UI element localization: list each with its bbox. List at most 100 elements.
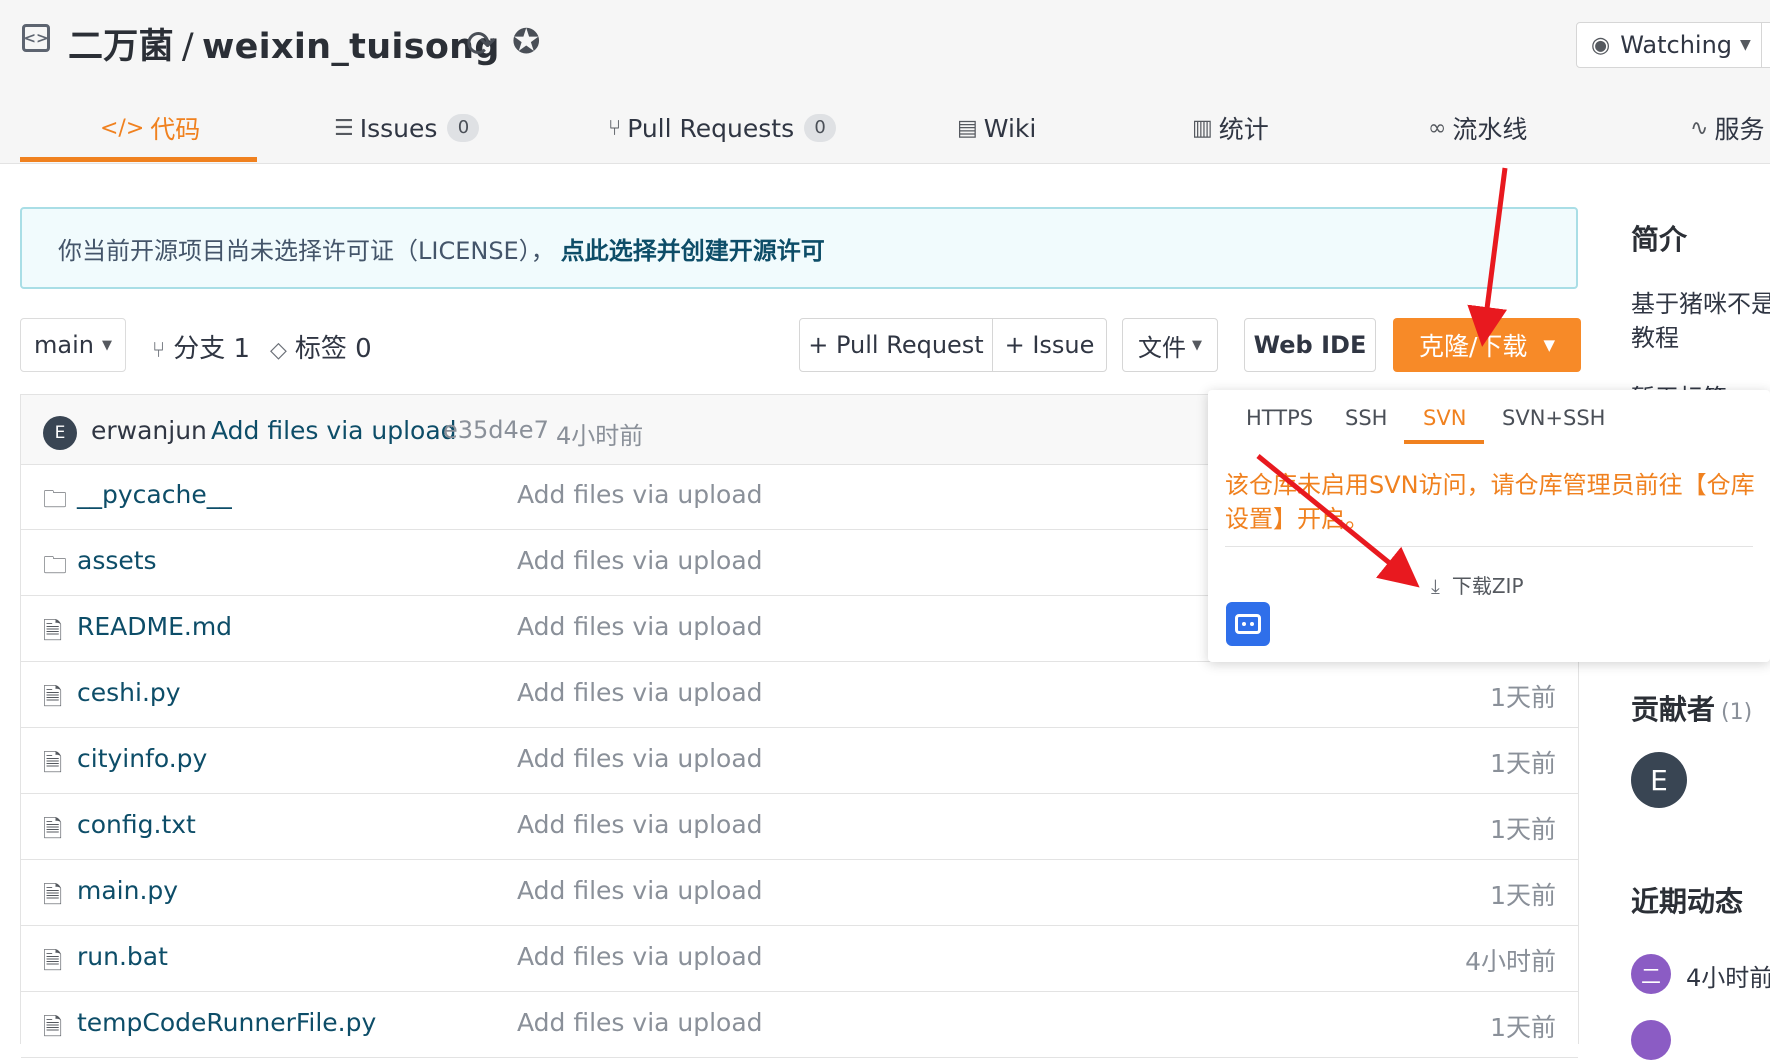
clone-tab-svn-ssh[interactable]: SVN+SSH [1502,406,1605,446]
bot-assistant-button[interactable] [1226,602,1270,646]
tab-label: Pull Requests [627,113,795,143]
tab-label: 服务 [1714,115,1765,144]
recommend-badge-icon[interactable]: ✪ [512,22,541,62]
activity-time: 4小时前 [1686,964,1770,992]
clone-download-button[interactable]: 克隆/下载 ▼ [1393,318,1581,372]
file-name[interactable]: README.md [77,612,232,641]
file-commit-message[interactable]: Add files via upload [517,876,763,905]
avatar[interactable]: E [43,416,77,450]
chevron-down-icon: ▼ [1740,37,1751,53]
repo-separator: / [181,27,194,67]
issues-icon: ☰ [334,115,354,141]
file-name[interactable]: assets [77,546,157,575]
pull-request-icon: ⑂ [608,115,622,141]
tab-count-badge: 0 [447,114,480,142]
file-time: 1天前 [1490,815,1556,844]
repo-code-icon: <> [22,24,50,52]
service-icon: ∿ [1690,115,1709,141]
tab-label: Issues [359,113,438,143]
file-name[interactable]: tempCodeRunnerFile.py [77,1008,376,1037]
file-name[interactable]: config.txt [77,810,196,839]
avatar[interactable]: 二 [1631,954,1671,994]
file-commit-message[interactable]: Add files via upload [517,1008,763,1037]
table-row: 🗎 tempCodeRunnerFile.py Add files via up… [21,992,1578,1058]
file-time: 1天前 [1490,1013,1556,1042]
file-icon: 🗎 [43,815,63,843]
active-tab-indicator [20,157,257,162]
file-name[interactable]: main.py [77,876,178,905]
watch-count[interactable]: 1 [1760,23,1770,67]
branch-icon: ⑂ [152,338,166,363]
active-clone-tab-indicator [1404,440,1484,444]
tag-icon: ◇ [270,338,287,363]
activity-title: 近期动态 [1631,885,1744,918]
sync-icon[interactable]: ⟳ [466,24,496,65]
table-row: 🗎 config.txt Add files via upload 1天前 [21,794,1578,860]
file-time: 1天前 [1490,683,1556,712]
file-icon: 🗎 [43,617,63,645]
tab-pipeline[interactable]: ∞ 流水线 [1428,108,1527,148]
file-icon: 🗎 [43,947,63,975]
folder-icon: 🗀 [43,551,67,579]
file-commit-message[interactable]: Add files via upload [517,678,763,707]
svn-disabled-message: 该仓库未启用SVN访问，请仓库管理员前往【仓库设置】开启。 [1225,471,1755,533]
divider [1225,546,1753,547]
intro-text: 教程 [1631,324,1679,352]
folder-icon: 🗀 [43,485,67,513]
file-time: 1天前 [1490,749,1556,778]
commit-message[interactable]: Add files via upload [211,416,457,445]
branch-select[interactable]: main ▼ [20,318,126,372]
file-name[interactable]: __pycache__ [77,480,232,509]
create-license-link[interactable]: 点此选择并创建开源许可 [561,231,825,266]
table-row: 🗎 run.bat Add files via upload 4小时前 [21,926,1578,992]
files-dropdown[interactable]: 文件 ▼ [1122,318,1218,372]
file-icon: 🗎 [43,1013,63,1041]
download-icon: ⤓ [1431,574,1440,598]
intro-text: 基于猪咪不是 [1631,290,1770,318]
file-commit-message[interactable]: Add files via upload [517,480,763,509]
tab-label: 流水线 [1452,115,1528,144]
chevron-down-icon: ▼ [1543,336,1555,354]
file-commit-message[interactable]: Add files via upload [517,612,763,641]
tab-stats[interactable]: ▥ 统计 [1192,108,1269,148]
watch-button[interactable]: ◉ Watching ▼ 1 [1576,22,1770,68]
tab-pull-requests[interactable]: ⑂ Pull Requests 0 [608,108,837,148]
repo-owner-link[interactable]: 二万菌 [68,27,174,67]
file-commit-message[interactable]: Add files via upload [517,810,763,839]
commit-author[interactable]: erwanjun [91,416,207,445]
file-commit-message[interactable]: Add files via upload [517,744,763,773]
avatar[interactable]: E [1631,752,1687,808]
tab-label: 代码 [150,115,201,144]
file-icon: 🗎 [43,749,63,777]
file-commit-message[interactable]: Add files via upload [517,546,763,575]
intro-title: 简介 [1631,223,1688,256]
tab-count-badge: 0 [804,114,837,142]
avatar[interactable] [1631,1020,1671,1060]
new-issue-button[interactable]: + Issue [992,318,1107,372]
tab-issues[interactable]: ☰ Issues 0 [334,108,480,148]
eye-icon: ◉ [1591,32,1611,58]
clone-tab-ssh[interactable]: SSH [1345,406,1387,446]
tab-wiki[interactable]: ▤ Wiki [957,108,1036,148]
tab-services[interactable]: ∿ 服务 [1690,108,1764,148]
file-commit-message[interactable]: Add files via upload [517,942,763,971]
file-name[interactable]: cityinfo.py [77,744,207,773]
tags-link[interactable]: ◇ 标签 0 [270,328,372,365]
download-zip-link[interactable]: ⤓ 下载ZIP [1431,570,1524,599]
branch-name: main [34,331,94,359]
tags-label: 标签 0 [294,334,372,364]
file-name[interactable]: run.bat [77,942,168,971]
pipeline-icon: ∞ [1428,115,1447,141]
tab-code[interactable]: </> 代码 [100,108,200,148]
repo-title: 二万菌 / weixin_tuisong [68,18,500,69]
web-ide-button[interactable]: Web IDE [1244,318,1376,372]
new-pull-request-button[interactable]: + Pull Request [799,318,993,372]
commit-sha[interactable]: e35d4e7 [443,416,549,444]
repo-name-link[interactable]: weixin_tuisong [202,27,500,67]
file-time: 1天前 [1490,881,1556,910]
code-icon: </> [100,115,145,141]
clone-tab-https[interactable]: HTTPS [1246,406,1313,446]
chevron-down-icon: ▼ [1192,337,1202,353]
file-name[interactable]: ceshi.py [77,678,181,707]
branches-link[interactable]: ⑂ 分支 1 [152,328,250,365]
